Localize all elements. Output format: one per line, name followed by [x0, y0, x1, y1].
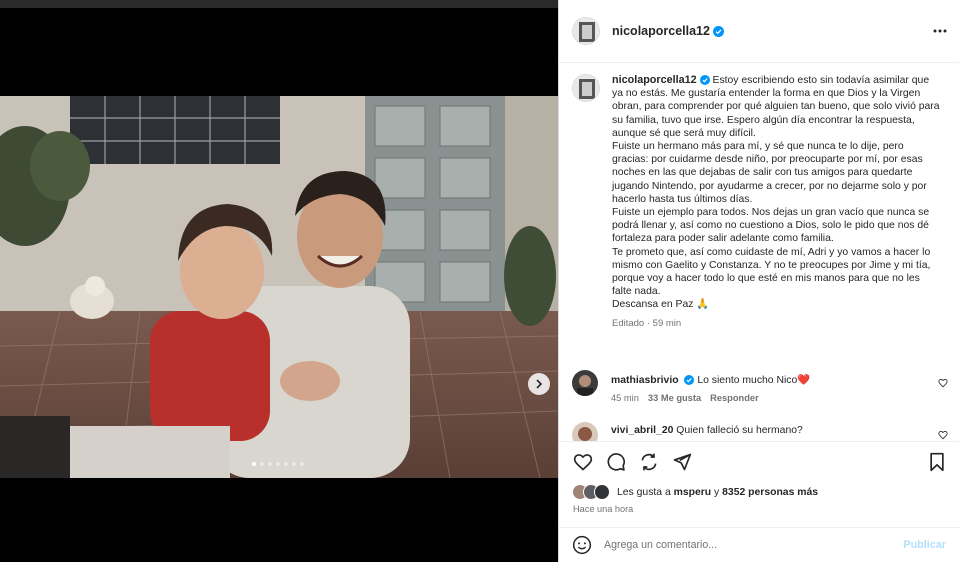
commenter-avatar[interactable] — [572, 422, 598, 442]
carousel-dot — [252, 462, 256, 466]
comment-like-icon[interactable] — [938, 430, 948, 440]
comment-item: mathiasbrivio Lo siento mucho Nico❤️ 45 … — [572, 370, 952, 403]
avatar-image — [573, 18, 599, 44]
post-details-panel: nicolaporcella12 nicolaporcella12 Estoy … — [558, 0, 959, 562]
avatar-image — [572, 422, 598, 442]
caption-username[interactable]: nicolaporcella12 — [612, 74, 697, 86]
likes-prefix: Les gusta a — [617, 486, 674, 498]
comment-text: Quien falleció su hermano? — [676, 425, 803, 436]
avatar-image — [572, 370, 598, 396]
carousel-indicator — [252, 462, 304, 466]
caption-author-avatar[interactable] — [572, 74, 600, 102]
next-slide-button[interactable] — [528, 373, 550, 395]
caption-text: nicolaporcella12 Estoy escribiendo esto … — [612, 74, 942, 312]
liker-username[interactable]: msperu — [674, 487, 712, 498]
carousel-dot — [276, 462, 280, 466]
verified-badge-icon — [684, 375, 695, 386]
comments-scroll-area[interactable]: nicolaporcella12 Estoy escribiendo esto … — [559, 64, 959, 442]
carousel-dot — [292, 462, 296, 466]
emoji-icon[interactable] — [572, 535, 592, 555]
publish-button[interactable]: Publicar — [903, 539, 946, 551]
commenter-username[interactable]: vivi_abril_20 — [611, 425, 673, 436]
bookmark-icon[interactable] — [927, 452, 947, 472]
more-icon[interactable] — [933, 24, 947, 38]
carousel-dot — [284, 462, 288, 466]
commenter-avatar[interactable] — [572, 370, 598, 396]
post-modal: nicolaporcella12 nicolaporcella12 Estoy … — [0, 0, 959, 562]
likes-count[interactable]: 8352 personas más — [722, 487, 818, 498]
paper-plane-icon[interactable] — [672, 452, 692, 472]
post-header: nicolaporcella12 — [559, 0, 959, 63]
photo-illustration — [0, 96, 558, 478]
avatar-image — [573, 75, 599, 101]
carousel-dot — [260, 462, 264, 466]
heart-emoji: ❤️ — [797, 375, 811, 386]
reply-button[interactable]: Responder — [710, 393, 759, 403]
author-avatar[interactable] — [572, 17, 600, 45]
post-timestamp[interactable]: Hace una hora — [573, 504, 633, 514]
comment-likes[interactable]: 33 Me gusta — [648, 393, 701, 403]
carousel-dot — [268, 462, 272, 466]
carousel-dot — [300, 462, 304, 466]
likes-summary[interactable]: Les gusta a msperu y 8352 personas más — [572, 484, 818, 500]
author-username[interactable]: nicolaporcella12 — [612, 24, 710, 38]
heart-icon[interactable] — [573, 452, 593, 472]
verified-badge-icon — [699, 75, 710, 86]
comment-composer: Publicar — [559, 527, 959, 562]
post-photo[interactable] — [0, 96, 558, 478]
post-caption: nicolaporcella12 Estoy escribiendo esto … — [572, 74, 952, 329]
caption-meta: Editado · 59 min — [612, 317, 682, 329]
likers-avatars — [572, 484, 610, 500]
comment-like-icon[interactable] — [938, 378, 948, 388]
comment-icon[interactable] — [606, 452, 626, 472]
liker-avatar — [594, 484, 610, 500]
comment-time[interactable]: 45 min — [611, 393, 639, 403]
share-icon[interactable] — [639, 452, 659, 472]
chevron-right-icon — [536, 379, 543, 389]
background-strip — [0, 0, 558, 8]
likes-middle: y — [711, 486, 723, 498]
commenter-username[interactable]: mathiasbrivio — [611, 375, 679, 386]
comment-text: Lo siento mucho Nico — [697, 375, 798, 386]
comment-input[interactable] — [604, 539, 894, 551]
comment-item: vivi_abril_20 Quien falleció su hermano? — [572, 422, 952, 442]
caption-body: Estoy escribiendo esto sin todavía asimi… — [612, 75, 940, 311]
verified-badge-icon — [712, 25, 724, 37]
